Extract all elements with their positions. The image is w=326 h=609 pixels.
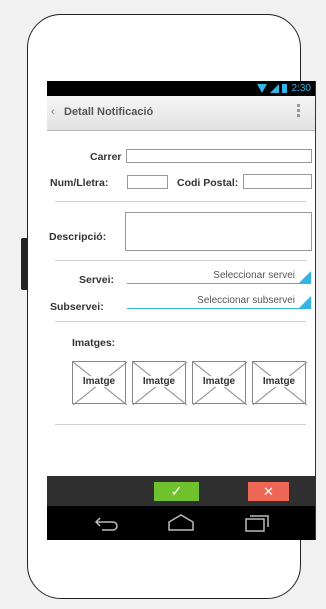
status-bar: 2:30 xyxy=(47,81,315,96)
image-placeholder-label: Imatge xyxy=(201,376,237,387)
overflow-menu-icon[interactable] xyxy=(297,104,301,117)
subservei-select[interactable]: Seleccionar subservei xyxy=(127,295,311,309)
image-placeholder[interactable]: Imatge xyxy=(192,361,247,405)
divider xyxy=(55,201,306,202)
divider xyxy=(55,321,306,322)
page-title: Detall Notificació xyxy=(64,106,154,118)
image-placeholder-label: Imatge xyxy=(141,376,177,387)
bottom-action-bar: ✓ ✕ xyxy=(47,476,315,506)
wifi-icon xyxy=(256,84,267,93)
nav-home-icon[interactable] xyxy=(167,513,195,533)
image-placeholder[interactable]: Imatge xyxy=(72,361,127,405)
overflow-dot xyxy=(297,114,300,117)
image-placeholder[interactable]: Imatge xyxy=(132,361,187,405)
dropdown-corner-icon xyxy=(299,296,311,308)
descripcio-textarea[interactable] xyxy=(125,212,312,251)
carrer-label: Carrer xyxy=(90,151,122,163)
subservei-select-value: Seleccionar subservei xyxy=(197,295,295,306)
descripcio-label: Descripció: xyxy=(49,231,107,243)
servei-select-value: Seleccionar servei xyxy=(213,270,295,281)
divider xyxy=(55,260,306,261)
overflow-dot xyxy=(297,104,300,107)
codi-postal-label: Codi Postal: xyxy=(177,177,239,189)
overflow-dot xyxy=(297,109,300,112)
image-placeholder-label: Imatge xyxy=(81,376,117,387)
carrer-input[interactable] xyxy=(126,149,312,163)
status-icons: 2:30 xyxy=(256,83,311,94)
divider xyxy=(55,424,306,425)
cancel-button[interactable]: ✕ xyxy=(248,482,289,501)
back-chevron-icon[interactable]: ‹ xyxy=(51,106,55,118)
num-lletra-label: Num/Lletra: xyxy=(50,177,109,189)
image-placeholder[interactable]: Imatge xyxy=(252,361,307,405)
confirm-button[interactable]: ✓ xyxy=(154,482,199,501)
nav-recents-icon[interactable] xyxy=(244,513,270,533)
battery-icon xyxy=(281,84,287,93)
num-lletra-input[interactable] xyxy=(127,175,168,189)
phone-screen: 2:30 ‹ Detall Notificació Carrer Num/Lle… xyxy=(47,81,316,540)
codi-postal-input[interactable] xyxy=(243,174,312,189)
signal-icon xyxy=(269,84,279,93)
system-nav-bar xyxy=(47,506,315,540)
servei-select[interactable]: Seleccionar servei xyxy=(127,270,311,284)
phone-side-button xyxy=(21,238,27,290)
imatges-label: Imatges: xyxy=(72,337,116,349)
servei-label: Servei: xyxy=(79,274,115,286)
status-time: 2:30 xyxy=(291,83,311,94)
action-bar: ‹ Detall Notificació xyxy=(47,96,315,131)
dropdown-corner-icon xyxy=(299,271,311,283)
nav-back-icon[interactable] xyxy=(94,513,120,533)
subservei-label: Subservei: xyxy=(50,301,104,313)
image-placeholder-label: Imatge xyxy=(261,376,297,387)
